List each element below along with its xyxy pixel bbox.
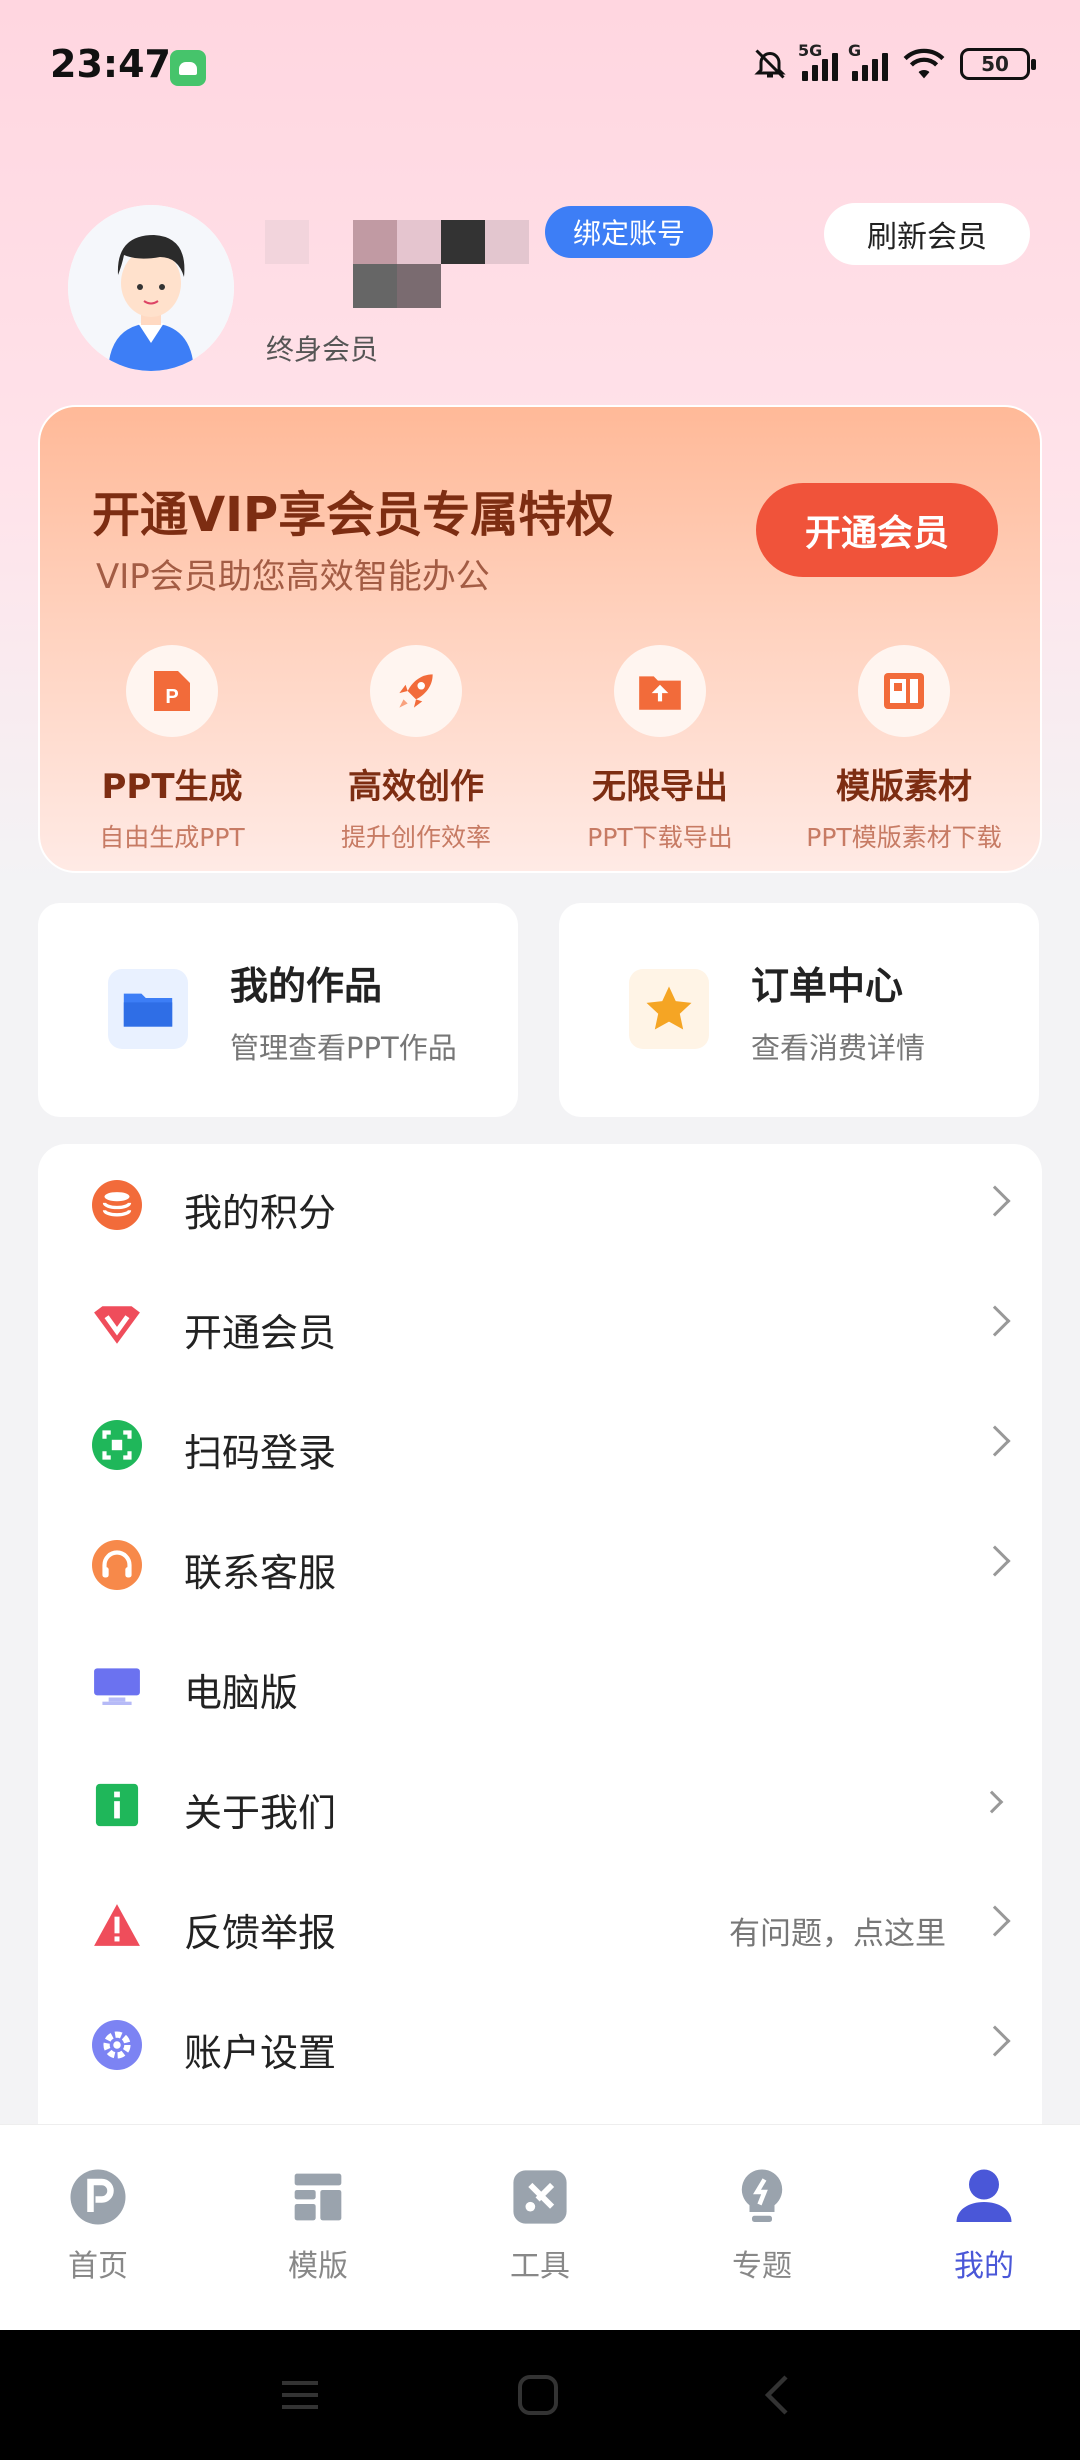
my-works-subtitle: 管理查看PPT作品 — [230, 1031, 457, 1065]
settings-icon — [92, 2020, 142, 2070]
back-chevron-icon[interactable] — [728, 2330, 828, 2460]
menu-item-label: 我的积分 — [184, 1191, 337, 1235]
bind-account-button[interactable]: 绑定账号 — [545, 206, 714, 258]
headset-icon — [92, 1540, 142, 1590]
signal-5g-label: 5G — [798, 41, 823, 60]
template-icon — [858, 645, 950, 737]
signal-g-label: G — [848, 41, 862, 60]
menu-item-customer-service[interactable]: 联系客服 — [38, 1504, 1042, 1624]
warning-icon — [92, 1900, 142, 1950]
menu-item-vip[interactable]: 开通会员 — [38, 1264, 1042, 1384]
tab-label: 工具 — [510, 2249, 570, 2284]
vip-feature-subtitle: PPT模版素材下载 — [806, 823, 1002, 852]
export-icon — [614, 645, 706, 737]
order-center-title: 订单中心 — [751, 964, 904, 1008]
vip-diamond-icon — [92, 1300, 142, 1350]
chevron-right-icon — [979, 1905, 1011, 1937]
system-nav-bar — [0, 2330, 1080, 2460]
menu-item-label: 联系客服 — [184, 1551, 337, 1595]
vip-feature-create[interactable]: 高效创作 提升创作效率 — [296, 645, 536, 854]
template-grid-icon — [286, 2165, 350, 2229]
chevron-right-icon — [979, 1425, 1011, 1457]
menu-item-account-settings[interactable]: 账户设置 — [38, 1984, 1042, 2104]
chevron-right-icon — [979, 1185, 1011, 1217]
open-vip-button[interactable]: 开通会员 — [756, 483, 998, 577]
home-square-icon[interactable] — [488, 2330, 588, 2460]
folder-icon — [108, 969, 188, 1049]
menu-item-label: 电脑版 — [184, 1671, 299, 1715]
coins-icon — [92, 1180, 142, 1230]
info-icon — [92, 1780, 142, 1830]
vip-feature-subtitle: 提升创作效率 — [340, 823, 491, 852]
signal-g-icon: G — [848, 41, 888, 81]
ppt-icon: P — [126, 645, 218, 737]
vip-feature-subtitle: PPT下载导出 — [587, 823, 733, 852]
menu-item-label: 开通会员 — [184, 1311, 337, 1355]
tab-label: 我的 — [954, 2249, 1014, 2284]
tab-home[interactable]: 首页 — [28, 2165, 168, 2285]
user-icon — [952, 2165, 1016, 2229]
bell-muted-icon — [754, 49, 786, 79]
status-bar: 23:47 5G G 50 — [0, 0, 1080, 120]
my-works-card[interactable]: 我的作品 管理查看PPT作品 — [38, 903, 518, 1117]
tab-label: 专题 — [732, 2249, 792, 2284]
menu-item-desktop[interactable]: 电脑版 — [38, 1624, 1042, 1744]
menu-item-scan-login[interactable]: 扫码登录 — [38, 1384, 1042, 1504]
tab-topics[interactable]: 专题 — [692, 2165, 832, 2285]
vip-feature-subtitle: 自由生成PPT — [99, 823, 245, 852]
username-pixelated — [265, 220, 585, 312]
avatar[interactable] — [68, 205, 234, 371]
menu-item-feedback[interactable]: 反馈举报 有问题，点这里 — [38, 1864, 1042, 1984]
svg-text:P: P — [165, 686, 178, 708]
battery-icon: 50 — [960, 48, 1036, 80]
refresh-membership-button[interactable]: 刷新会员 — [824, 203, 1030, 265]
member-type-label: 终身会员 — [266, 333, 379, 366]
settings-menu: 我的积分 开通会员 扫码登录 联系客服 电脑版 关于我们 反馈举报 有问题，点这… — [38, 1144, 1042, 2144]
vip-feature-template[interactable]: 模版素材 PPT模版素材下载 — [784, 645, 1024, 854]
feedback-hint: 有问题，点这里 — [729, 1916, 946, 1952]
scan-icon — [92, 1420, 142, 1470]
bulb-icon — [730, 2165, 794, 2229]
tab-tools[interactable]: 工具 — [470, 2165, 610, 2285]
bottom-nav: 首页 模版 工具 专题 我的 — [0, 2124, 1080, 2330]
vip-feature-title: 高效创作 — [348, 767, 484, 807]
chevron-right-icon — [979, 2025, 1011, 2057]
signal-5g-icon: 5G — [798, 41, 838, 81]
vip-feature-title: PPT生成 — [101, 767, 243, 807]
menu-item-label: 账户设置 — [184, 2031, 337, 2075]
status-icons: 5G G 50 — [752, 41, 1036, 86]
vip-feature-title: 无限导出 — [592, 767, 728, 807]
android-app-icon — [170, 50, 206, 86]
order-center-card[interactable]: 订单中心 查看消费详情 — [559, 903, 1039, 1117]
tab-templates[interactable]: 模版 — [248, 2165, 388, 2285]
vip-feature-ppt[interactable]: P PPT生成 自由生成PPT — [52, 645, 292, 854]
menu-item-points[interactable]: 我的积分 — [38, 1144, 1042, 1264]
rocket-icon — [370, 645, 462, 737]
menu-item-about[interactable]: 关于我们 — [38, 1744, 1042, 1864]
tools-icon — [508, 2165, 572, 2229]
tab-mine[interactable]: 我的 — [914, 2165, 1054, 2285]
status-time: 23:47 — [50, 42, 171, 86]
chevron-right-icon — [979, 1545, 1011, 1577]
vip-subtitle: VIP会员助您高效智能办公 — [96, 557, 490, 597]
vip-feature-export[interactable]: 无限导出 PPT下载导出 — [540, 645, 780, 854]
tab-label: 首页 — [68, 2249, 128, 2284]
vip-title: 开通VIP享会员专属特权 — [92, 487, 615, 543]
tab-label: 模版 — [288, 2249, 348, 2284]
menu-item-label: 扫码登录 — [184, 1431, 337, 1475]
menu-lines-icon[interactable] — [250, 2330, 350, 2460]
order-center-subtitle: 查看消费详情 — [751, 1031, 926, 1065]
vip-feature-title: 模版素材 — [836, 767, 972, 807]
my-works-title: 我的作品 — [230, 964, 383, 1008]
desktop-icon — [92, 1660, 142, 1710]
menu-item-label: 关于我们 — [184, 1791, 337, 1835]
star-icon — [629, 969, 709, 1049]
wifi-icon — [903, 48, 945, 79]
home-p-icon — [66, 2165, 130, 2229]
chevron-right-icon — [980, 1790, 1004, 1814]
vip-promo-card: 开通VIP享会员专属特权 VIP会员助您高效智能办公 开通会员 P PPT生成 … — [38, 405, 1042, 873]
menu-item-label: 反馈举报 — [184, 1911, 337, 1955]
chevron-right-icon — [979, 1305, 1011, 1337]
